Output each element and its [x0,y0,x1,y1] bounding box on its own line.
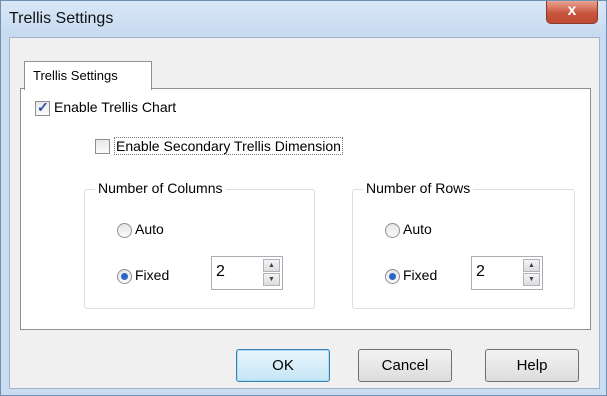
rows-fixed-label[interactable]: Fixed [403,267,437,283]
rows-group: Number of Rows Auto Fixed 2 ▲ ▼ [352,180,575,309]
columns-up-arrow-icon[interactable]: ▲ [263,259,280,272]
columns-value[interactable]: 2 [216,263,225,281]
columns-fixed-label[interactable]: Fixed [135,267,169,283]
rows-stepper[interactable]: 2 ▲ ▼ [471,256,543,290]
rows-legend: Number of Rows [363,180,474,196]
rows-auto-label[interactable]: Auto [403,221,432,237]
columns-fixed-radio[interactable] [117,269,132,284]
rows-auto-radio[interactable] [385,223,400,238]
rows-up-arrow-icon[interactable]: ▲ [523,259,540,272]
columns-group: Number of Columns Auto Fixed 2 ▲ ▼ [84,180,315,309]
trellis-settings-dialog: Trellis Settings x Trellis Settings Enab… [0,0,607,396]
rows-value[interactable]: 2 [476,263,485,281]
tab-panel: Enable Trellis Chart Enable Secondary Tr… [20,88,591,330]
enable-secondary-checkbox[interactable] [95,139,110,154]
cancel-button[interactable]: Cancel [358,349,452,382]
close-icon: x [567,2,577,19]
columns-down-arrow-icon[interactable]: ▼ [263,273,280,286]
enable-trellis-label[interactable]: Enable Trellis Chart [54,99,176,115]
columns-stepper[interactable]: 2 ▲ ▼ [211,256,283,290]
window-title: Trellis Settings [9,10,114,27]
enable-secondary-label[interactable]: Enable Secondary Trellis Dimension [114,137,343,155]
enable-trellis-checkbox[interactable] [35,99,50,116]
tab-trellis-settings[interactable]: Trellis Settings [24,61,152,90]
dialog-client-area: Trellis Settings Enable Trellis Chart En… [9,37,600,389]
columns-auto-label[interactable]: Auto [135,221,164,237]
tab-label: Trellis Settings [33,68,118,83]
title-bar[interactable]: Trellis Settings x [1,1,606,37]
ok-button[interactable]: OK [236,349,330,382]
help-button[interactable]: Help [485,349,579,382]
columns-auto-radio[interactable] [117,223,132,238]
close-button[interactable]: x [546,1,598,24]
rows-fixed-radio[interactable] [385,269,400,284]
columns-legend: Number of Columns [95,180,226,196]
rows-down-arrow-icon[interactable]: ▼ [523,273,540,286]
